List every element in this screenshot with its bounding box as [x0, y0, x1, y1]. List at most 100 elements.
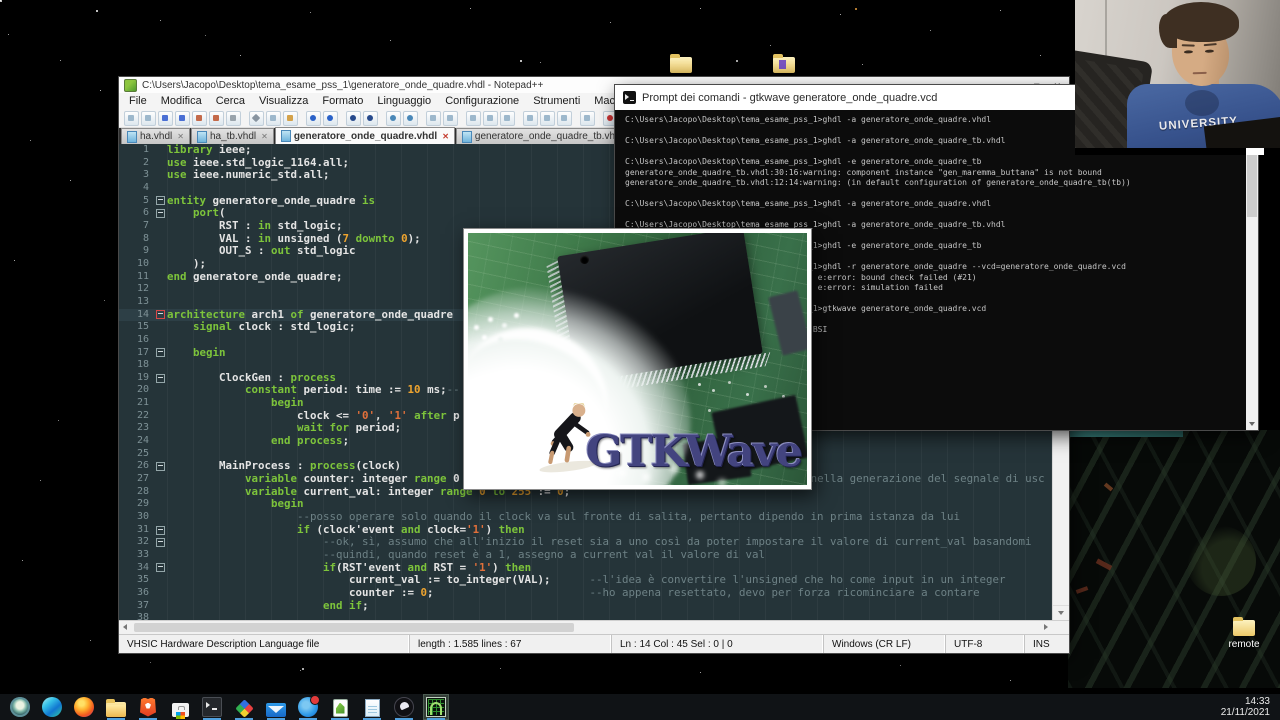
line-number: 34	[136, 561, 149, 573]
eye	[1204, 49, 1214, 53]
copy-icon[interactable]	[266, 110, 281, 126]
fold-marker-icon[interactable]	[155, 348, 165, 358]
taskbar-blue-circle-app-button[interactable]	[295, 694, 321, 720]
zoom-out-icon[interactable]	[403, 110, 418, 126]
tab-close-icon[interactable]: ✕	[177, 132, 184, 141]
sync-horizontal-icon[interactable]	[443, 110, 458, 126]
replace-icon[interactable]	[363, 110, 378, 126]
fold-margin	[153, 157, 167, 170]
tab-close-icon[interactable]: ✕	[261, 132, 268, 141]
close-all-icon[interactable]	[209, 110, 224, 126]
file-icon	[280, 130, 291, 142]
show-all-characters-icon[interactable]	[483, 110, 498, 126]
tab-ha-vhdl[interactable]: ha.vhdl ✕	[121, 128, 190, 144]
save-icon[interactable]	[158, 110, 173, 126]
fold-margin	[153, 220, 167, 233]
tab-generatore-onde-quadre-tb-vhdl[interactable]: generatore_onde_quadre_tb.vhdl✕	[455, 128, 641, 144]
artwork-crescent	[1186, 526, 1256, 596]
line-number: 21	[136, 397, 149, 409]
taskbar-command-prompt-button[interactable]	[199, 694, 225, 720]
fold-margin	[153, 182, 167, 195]
taskbar-file-explorer-button[interactable]	[103, 694, 129, 720]
taskbar: 14:33 21/11/2021	[0, 693, 1280, 720]
fold-margin	[153, 612, 167, 620]
close-icon[interactable]	[192, 110, 207, 126]
desktop-folder-icon[interactable]	[670, 54, 692, 73]
function-list-icon[interactable]	[557, 110, 572, 126]
console-line: C:\Users\Jacopo\Desktop\tema_esame_pss_1…	[625, 157, 982, 166]
tab-generatore-onde-quadre-vhdl[interactable]: generatore_onde_quadre.vhdl ✕	[274, 127, 455, 144]
sync-vertical-icon[interactable]	[426, 110, 441, 126]
open-file-icon[interactable]	[141, 110, 156, 126]
taskbar-gtkwave-button[interactable]	[423, 694, 449, 720]
taskbar-brave-button[interactable]	[135, 694, 161, 720]
redo-icon[interactable]	[323, 110, 338, 126]
scroll-down-arrow-icon[interactable]	[1053, 605, 1069, 620]
webcam-white-chip	[1246, 148, 1264, 155]
scrollbar-thumb[interactable]	[134, 623, 574, 632]
line-number: 29	[136, 498, 149, 510]
document-list-icon[interactable]	[540, 110, 555, 126]
print-icon[interactable]	[226, 110, 241, 126]
menu-item-configurazione[interactable]: Configurazione	[438, 95, 526, 107]
menu-item-strumenti[interactable]: Strumenti	[526, 95, 587, 107]
scroll-left-arrow-icon[interactable]	[119, 621, 133, 634]
document-map-icon[interactable]	[523, 110, 538, 126]
word-wrap-icon[interactable]	[466, 110, 481, 126]
menu-item-visualizza[interactable]: Visualizza	[252, 95, 315, 107]
folder-icon	[1233, 617, 1255, 636]
fold-margin	[153, 233, 167, 246]
indent-guide-icon[interactable]	[500, 110, 515, 126]
cmd-vertical-scrollbar[interactable]	[1246, 110, 1258, 430]
taskbar-clock[interactable]: 14:33 21/11/2021	[1221, 696, 1270, 718]
undo-icon[interactable]	[306, 110, 321, 126]
line-number: 12	[136, 283, 149, 295]
save-all-icon[interactable]	[175, 110, 190, 126]
paste-icon[interactable]	[283, 110, 298, 126]
fold-marker-icon[interactable]	[155, 310, 165, 320]
taskbar-edge-button[interactable]	[39, 694, 65, 720]
fold-marker-icon[interactable]	[155, 563, 165, 573]
cut-icon[interactable]	[249, 110, 264, 126]
taskbar-diamond-app-button[interactable]	[231, 694, 257, 720]
fold-marker-icon[interactable]	[155, 196, 165, 206]
taskbar-microsoft-store-button[interactable]	[167, 694, 193, 720]
fold-marker-icon[interactable]	[155, 209, 165, 219]
brave-icon	[140, 697, 156, 717]
tab-ha-tb-vhdl[interactable]: ha_tb.vhdl ✕	[190, 128, 274, 144]
fold-margin	[153, 169, 167, 182]
menu-item-cerca[interactable]: Cerca	[209, 95, 252, 107]
scroll-right-arrow-icon[interactable]	[1039, 621, 1053, 634]
taskbar-firefox-button[interactable]	[71, 694, 97, 720]
find-icon[interactable]	[346, 110, 361, 126]
monitor-icon[interactable]	[580, 110, 595, 126]
taskbar-start-button[interactable]	[7, 694, 33, 720]
taskbar-obs-studio-button[interactable]	[391, 694, 417, 720]
fold-marker-icon[interactable]	[155, 538, 165, 548]
line-number: 7	[142, 219, 149, 231]
fold-margin	[153, 245, 167, 258]
fold-marker-icon[interactable]	[155, 462, 165, 472]
taskbar-mail-button[interactable]	[263, 694, 289, 720]
gtkwave-splash-window[interactable]: GTKWave	[463, 228, 812, 490]
mouth	[1192, 71, 1207, 75]
menu-item-modifica[interactable]: Modifica	[154, 95, 209, 107]
new-file-icon[interactable]	[124, 110, 139, 126]
menu-item-linguaggio[interactable]: Linguaggio	[370, 95, 438, 107]
desktop-icon-remote[interactable]: remote	[1222, 617, 1266, 650]
menu-item-file[interactable]: File	[122, 95, 154, 107]
line-number: 27	[136, 473, 149, 485]
taskbar-notepad-plus-plus-button[interactable]	[327, 694, 353, 720]
desktop-folder-icon[interactable]	[773, 54, 795, 73]
tab-close-icon[interactable]: ✕	[442, 132, 449, 141]
fold-marker-icon[interactable]	[155, 373, 165, 383]
taskbar-notepad-button[interactable]	[359, 694, 385, 720]
fold-margin	[153, 271, 167, 284]
zoom-in-icon[interactable]	[386, 110, 401, 126]
fold-margin	[153, 524, 167, 537]
fold-marker-icon[interactable]	[155, 525, 165, 535]
clock-time: 14:33	[1244, 696, 1270, 707]
editor-horizontal-scrollbar[interactable]	[119, 620, 1069, 634]
menu-item-formato[interactable]: Formato	[315, 95, 370, 107]
line-number: 22	[136, 409, 149, 421]
